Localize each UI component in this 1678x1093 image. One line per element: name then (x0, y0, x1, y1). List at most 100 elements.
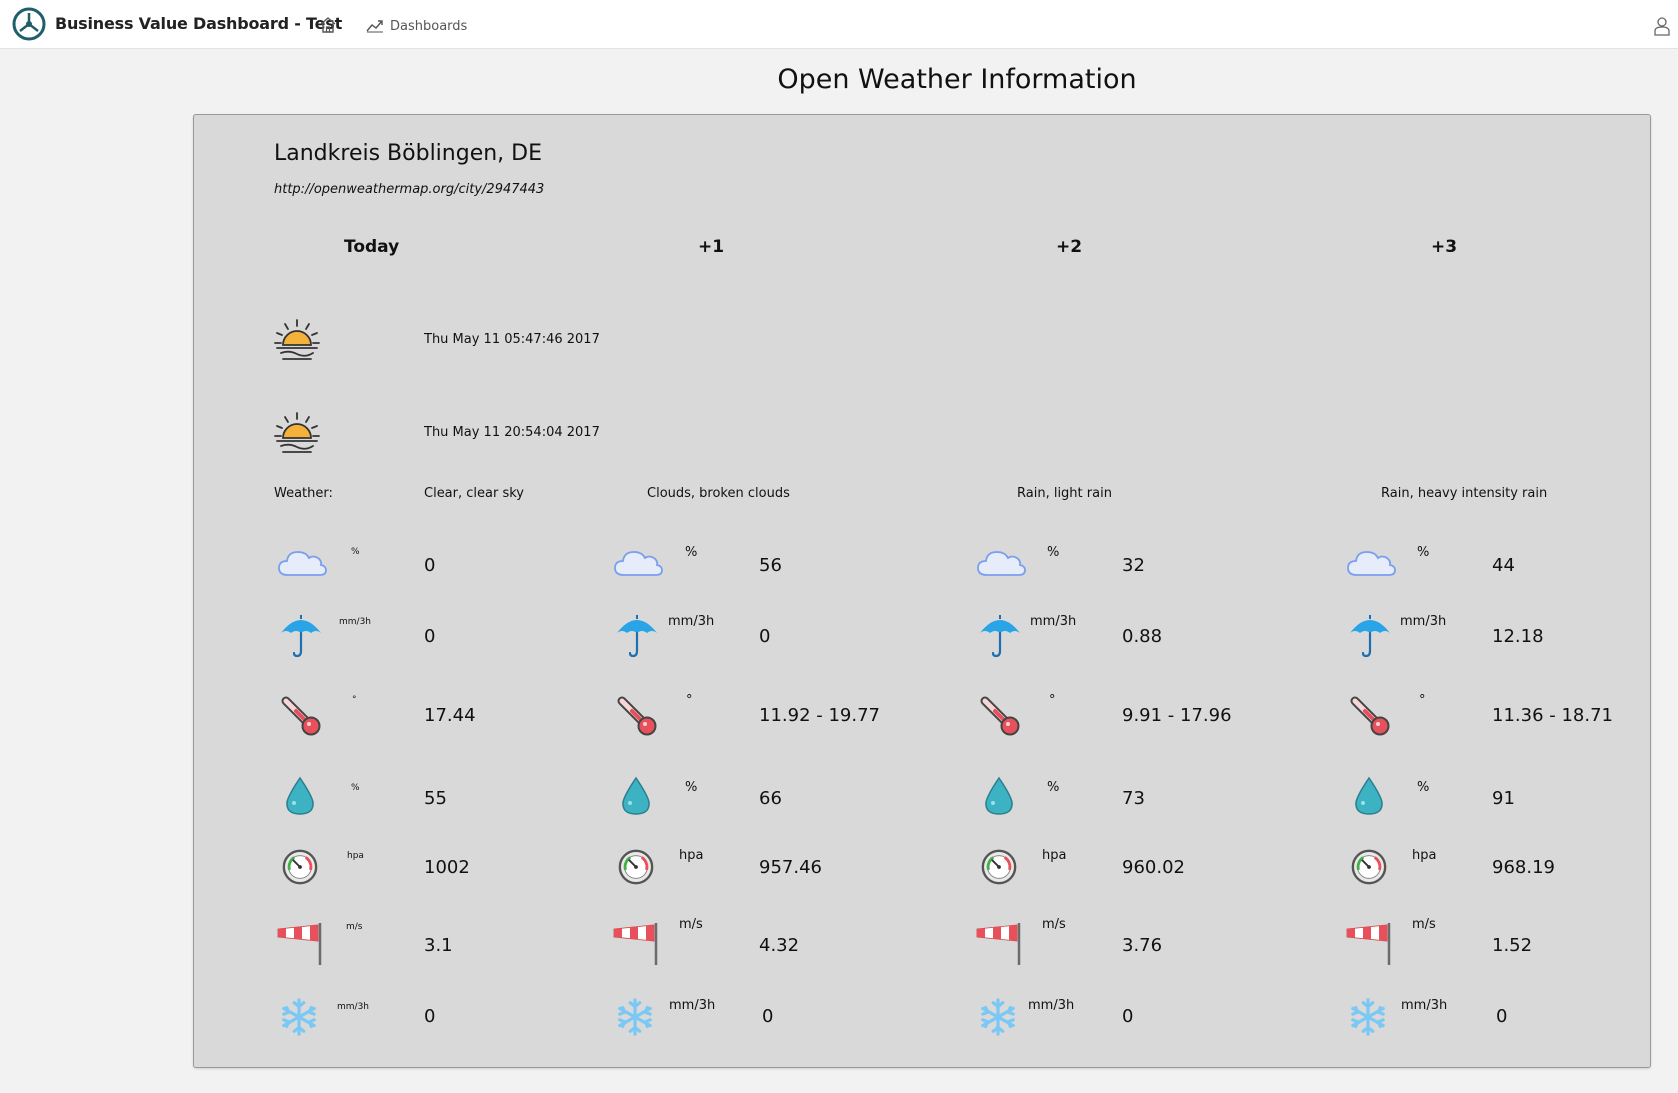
user-icon[interactable] (1654, 16, 1670, 36)
snow-unit: mm/3h (669, 998, 716, 1013)
pressure-value-plus3: 968.19 (1492, 857, 1555, 878)
windsock-icon (1343, 919, 1391, 967)
umbrella-icon (278, 611, 324, 659)
pressure-unit: hpa (1042, 848, 1067, 863)
pressure-unit: hpa (1412, 848, 1437, 863)
clouds-unit: % (1417, 545, 1430, 560)
umbrella-icon (977, 611, 1023, 659)
thermometer-icon (616, 695, 660, 739)
temp-value-plus3: 11.36 - 18.71 (1492, 705, 1613, 726)
wind-unit: m/s (679, 917, 703, 932)
pressure-value-today: 1002 (424, 857, 470, 878)
thermometer-icon (280, 695, 324, 739)
city-url: http://openweathermap.org/city/2947443 (274, 182, 545, 197)
snow-unit: mm/3h (1028, 998, 1075, 1013)
humidity-value-plus2: 73 (1122, 788, 1145, 809)
clouds-unit: % (351, 547, 360, 557)
humidity-unit: % (1417, 780, 1430, 795)
sunset-time: Thu May 11 20:54:04 2017 (424, 425, 600, 440)
page-title: Open Weather Information (777, 64, 1137, 95)
thermometer-icon (979, 695, 1023, 739)
temp-unit: ° (686, 693, 693, 708)
wind-unit: m/s (1042, 917, 1066, 932)
cloud-icon (612, 545, 664, 579)
clouds-value-plus1: 56 (759, 555, 782, 576)
windsock-icon (274, 919, 322, 967)
snowflake-icon (280, 998, 318, 1036)
clouds-value-plus2: 32 (1122, 555, 1145, 576)
clouds-value-today: 0 (424, 555, 436, 576)
humidity-drop-icon (981, 776, 1017, 816)
humidity-value-today: 55 (424, 788, 447, 809)
humidity-value-plus1: 66 (759, 788, 782, 809)
day-header-today: Today (344, 237, 400, 257)
wind-value-today: 3.1 (424, 935, 453, 956)
rain-value-plus1: 0 (759, 626, 771, 647)
weather-desc-plus1: Clouds, broken clouds (647, 486, 790, 501)
temp-value-plus2: 9.91 - 17.96 (1122, 705, 1232, 726)
cloud-icon (1345, 545, 1397, 579)
sunrise-icon (273, 318, 321, 362)
snowflake-icon (979, 998, 1017, 1036)
temp-value-plus1: 11.92 - 19.77 (759, 705, 880, 726)
snowflake-icon (616, 998, 654, 1036)
pressure-gauge-icon (281, 848, 319, 886)
pressure-gauge-icon (617, 848, 655, 886)
humidity-unit: % (1047, 780, 1060, 795)
humidity-unit: % (685, 780, 698, 795)
sunset-icon (273, 411, 321, 455)
pressure-unit: hpa (347, 851, 364, 861)
home-icon[interactable] (319, 16, 337, 34)
rain-value-plus3: 12.18 (1492, 626, 1544, 647)
page-title-container: Open Weather Information (0, 64, 1678, 95)
humidity-drop-icon (618, 776, 654, 816)
wind-unit: m/s (346, 922, 363, 932)
wind-unit: m/s (1412, 917, 1436, 932)
city-name: Landkreis Böblingen, DE (274, 141, 543, 166)
snow-value-plus3: 0 (1496, 1006, 1508, 1027)
temp-unit: ° (1049, 693, 1056, 708)
wind-value-plus3: 1.52 (1492, 935, 1533, 956)
top-bar: Business Value Dashboard - Test Dashboar… (0, 0, 1678, 49)
weather-desc-plus2: Rain, light rain (1017, 486, 1112, 501)
weather-desc-today: Clear, clear sky (424, 486, 524, 501)
rain-unit: mm/3h (1030, 614, 1077, 629)
thermometer-icon (1349, 695, 1393, 739)
pressure-gauge-icon (980, 848, 1018, 886)
rain-unit: mm/3h (668, 614, 715, 629)
dashboards-link[interactable]: Dashboards (366, 16, 467, 36)
rain-value-plus2: 0.88 (1122, 626, 1163, 647)
pressure-unit: hpa (679, 848, 704, 863)
umbrella-icon (614, 611, 660, 659)
wind-value-plus2: 3.76 (1122, 935, 1163, 956)
cloud-icon (276, 545, 328, 579)
temp-value-today: 17.44 (424, 705, 476, 726)
snow-value-plus2: 0 (1122, 1006, 1134, 1027)
humidity-value-plus3: 91 (1492, 788, 1515, 809)
humidity-drop-icon (282, 776, 318, 816)
day-header-plus2: +2 (1056, 237, 1083, 257)
snow-value-today: 0 (424, 1006, 436, 1027)
humidity-unit: % (351, 783, 360, 793)
snow-unit: mm/3h (337, 1002, 369, 1012)
snow-unit: mm/3h (1401, 998, 1448, 1013)
wind-value-plus1: 4.32 (759, 935, 800, 956)
app-logo-icon[interactable] (12, 7, 46, 41)
temp-unit: ° (1419, 693, 1426, 708)
rain-unit: mm/3h (1400, 614, 1447, 629)
cloud-icon (975, 545, 1027, 579)
pressure-gauge-icon (1350, 848, 1388, 886)
rain-unit: mm/3h (339, 617, 371, 627)
clouds-unit: % (1047, 545, 1060, 560)
pressure-value-plus2: 960.02 (1122, 857, 1185, 878)
weather-panel: Landkreis Böblingen, DE http://openweath… (193, 114, 1651, 1068)
humidity-drop-icon (1351, 776, 1387, 816)
weather-label: Weather: (274, 486, 333, 501)
dashboards-label: Dashboards (390, 18, 468, 34)
day-header-plus3: +3 (1431, 237, 1458, 257)
sunrise-time: Thu May 11 05:47:46 2017 (424, 332, 600, 347)
snow-value-plus1: 0 (762, 1006, 774, 1027)
weather-desc-plus3: Rain, heavy intensity rain (1381, 486, 1548, 501)
snowflake-icon (1349, 998, 1387, 1036)
windsock-icon (610, 919, 658, 967)
